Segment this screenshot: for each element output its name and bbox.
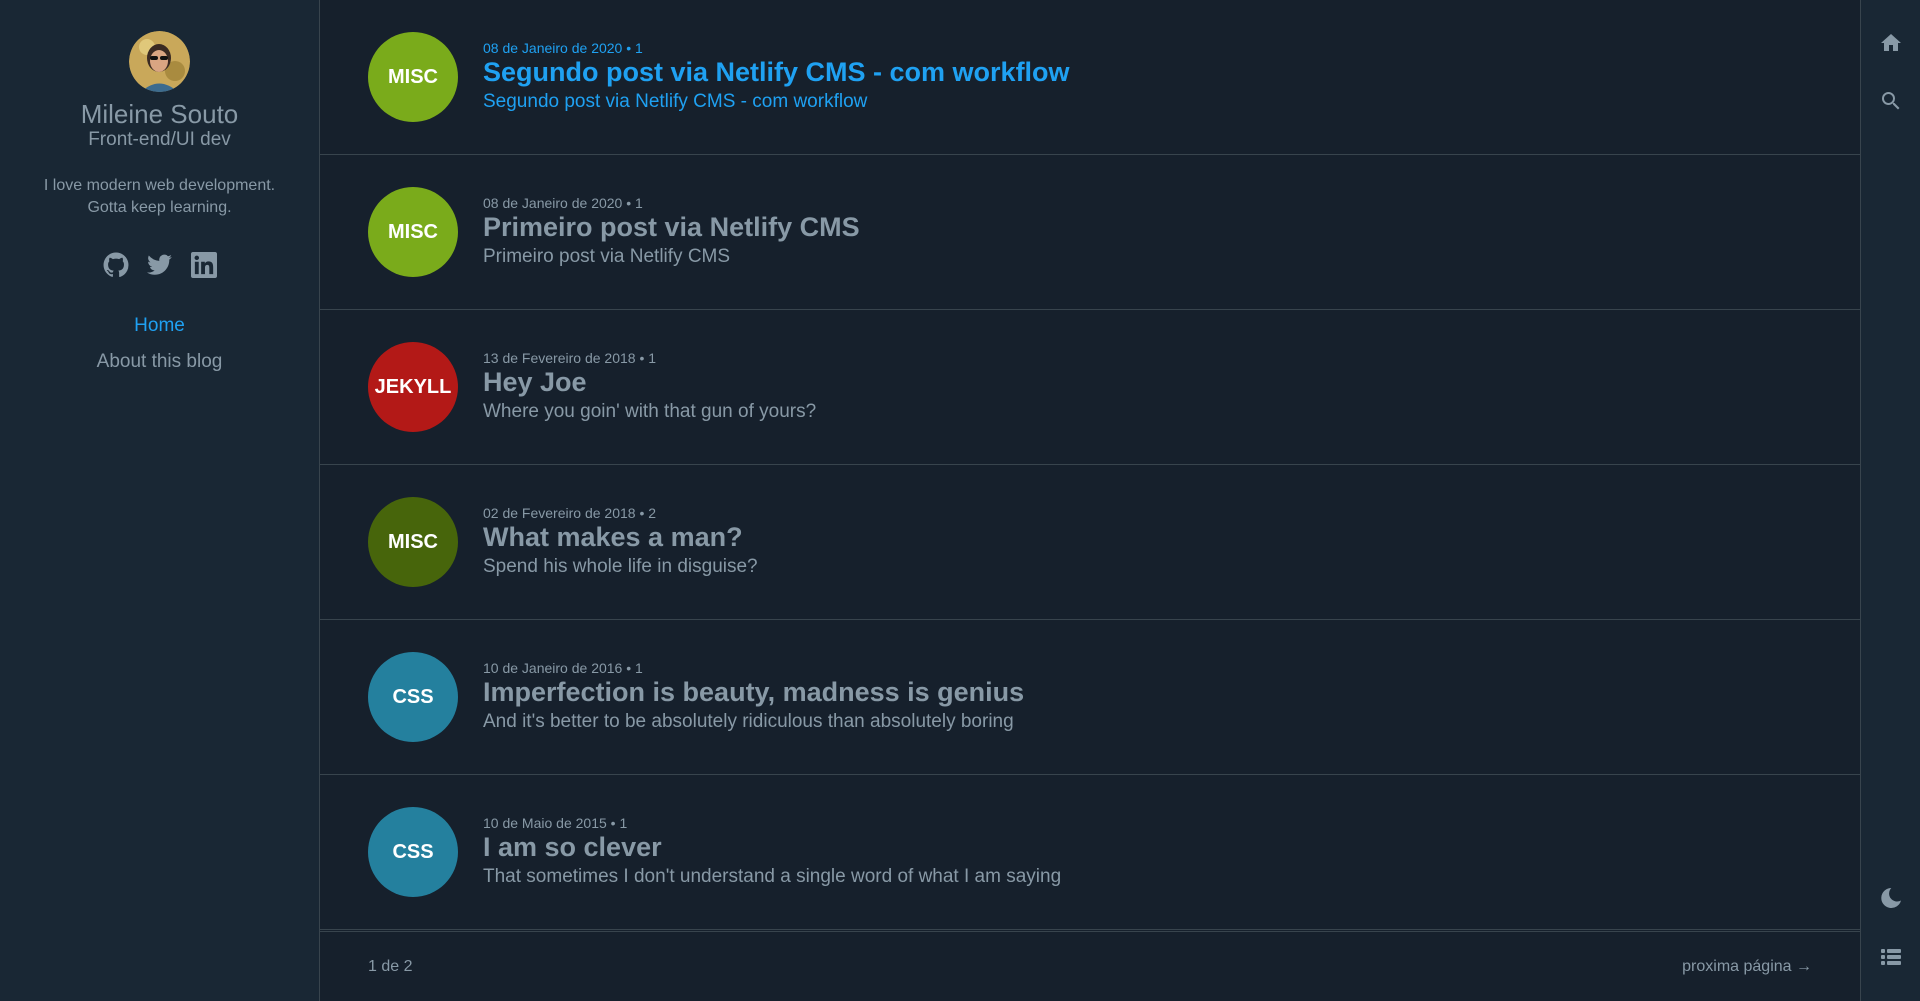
author-description-line: I love modern web development. (43, 177, 276, 194)
page-indicator: 1 de 2 (368, 957, 413, 975)
nav-home-link[interactable]: Home (0, 308, 319, 344)
post-item[interactable]: MISC 08 de Janeiro de 2020 • 1 Segundo p… (320, 0, 1860, 155)
post-tag: CSS (368, 652, 458, 742)
post-item[interactable]: MISC 08 de Janeiro de 2020 • 1 Primeiro … (320, 155, 1860, 310)
post-tag: CSS (368, 807, 458, 897)
post-info: 08 de Janeiro de 2020 • 1 Segundo post v… (483, 39, 1070, 116)
home-icon (1881, 34, 1901, 51)
post-info: 02 de Fevereiro de 2018 • 2 What makes a… (483, 504, 758, 581)
list-icon (1881, 949, 1901, 965)
post-info: 13 de Fevereiro de 2018 • 1 Hey Joe Wher… (483, 349, 816, 426)
post-title: Segundo post via Netlify CMS - com workf… (483, 56, 1070, 87)
post-description: Segundo post via Netlify CMS - com workf… (483, 90, 868, 112)
post-date: 13 de Fevereiro de 2018 • 1 (483, 349, 657, 366)
twitter-link[interactable] (146, 252, 173, 278)
linkedin-icon (190, 252, 217, 278)
post-tag: MISC (368, 497, 458, 587)
github-link[interactable] (103, 252, 129, 278)
post-item[interactable]: CSS 10 de Maio de 2015 • 1 I am so cleve… (320, 775, 1860, 930)
post-description: That sometimes I don't understand a sing… (483, 865, 1062, 887)
post-date: 10 de Maio de 2015 • 1 (483, 814, 628, 831)
linkedin-link[interactable] (190, 252, 217, 278)
post-date: 02 de Fevereiro de 2018 • 2 (483, 504, 657, 521)
author-name: Mileine Souto (80, 99, 239, 129)
next-page-link[interactable]: proxima página → (1682, 958, 1812, 976)
twitter-icon (146, 254, 172, 275)
post-description: And it's better to be absolutely ridicul… (483, 710, 1014, 732)
author-position: Front-end/UI dev (88, 129, 231, 150)
post-title: I am so clever (483, 831, 662, 862)
author-description-line: Gotta keep learning. (87, 199, 232, 216)
post-title: Imperfection is beauty, madness is geniu… (483, 676, 1025, 707)
post-description: Primeiro post via Netlify CMS (483, 245, 731, 267)
post-list: MISC 08 de Janeiro de 2020 • 1 Segundo p… (320, 0, 1860, 1001)
sidebar: Mileine Souto Front-end/UI dev I love mo… (0, 0, 320, 1001)
menubar-home-button[interactable] (1879, 31, 1903, 55)
post-date: 08 de Janeiro de 2020 • 1 (483, 39, 643, 56)
menubar (1860, 0, 1920, 1001)
post-description: Spend his whole life in disguise? (483, 555, 758, 577)
post-item[interactable]: CSS 10 de Janeiro de 2016 • 1 Imperfecti… (320, 620, 1860, 775)
menubar-theme-button[interactable] (1879, 886, 1903, 910)
post-tag: JEKYLL (368, 342, 458, 432)
post-info: 10 de Maio de 2015 • 1 I am so clever Th… (483, 814, 1061, 891)
post-item[interactable]: JEKYLL 13 de Fevereiro de 2018 • 1 Hey J… (320, 310, 1860, 465)
post-description: Where you goin' with that gun of yours? (483, 400, 817, 422)
post-info: 10 de Janeiro de 2016 • 1 Imperfection i… (483, 659, 1024, 736)
post-tag: MISC (368, 32, 458, 122)
post-date: 08 de Janeiro de 2020 • 1 (483, 194, 643, 211)
menubar-layout-button[interactable] (1879, 945, 1903, 969)
sidebar-nav: Home About this blog (0, 308, 319, 380)
post-info: 08 de Janeiro de 2020 • 1 Primeiro post … (483, 194, 860, 271)
post-title: Hey Joe (483, 366, 587, 397)
author-description: I love modern web development. Gotta kee… (0, 175, 319, 219)
post-title: Primeiro post via Netlify CMS (483, 211, 860, 242)
pagination: 1 de 2 proxima página → (320, 931, 1860, 1001)
social-links (0, 252, 319, 278)
post-tag: MISC (368, 187, 458, 277)
menubar-search-button[interactable] (1879, 89, 1903, 113)
post-date: 10 de Janeiro de 2016 • 1 (483, 659, 643, 676)
post-item[interactable]: MISC 02 de Fevereiro de 2018 • 2 What ma… (320, 465, 1860, 620)
moon-icon (1881, 888, 1901, 908)
github-icon (103, 252, 128, 277)
post-title: What makes a man? (483, 521, 743, 552)
search-icon (1882, 92, 1900, 110)
avatar[interactable] (129, 31, 190, 92)
nav-about-link[interactable]: About this blog (0, 344, 319, 380)
